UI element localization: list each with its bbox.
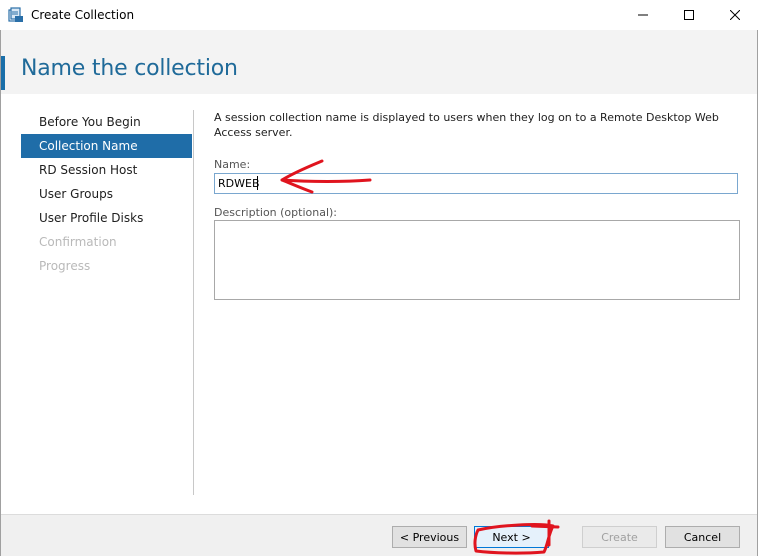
name-input[interactable] [214,173,738,194]
nav-item-collection-name[interactable]: Collection Name [21,134,192,158]
maximize-button[interactable] [666,0,712,30]
name-label: Name: [214,158,251,171]
minimize-button[interactable] [620,0,666,30]
next-button[interactable]: Next > [474,526,549,548]
intro-text: A session collection name is displayed t… [214,111,719,139]
nav-item-user-profile-disks[interactable]: User Profile Disks [21,206,192,230]
previous-button[interactable]: < Previous [392,526,467,548]
window-border-left [0,30,1,556]
wizard-nav: Before You Begin Collection Name RD Sess… [21,110,192,278]
maximize-icon [684,10,694,20]
cancel-button[interactable]: Cancel [665,526,740,548]
nav-item-rd-session-host[interactable]: RD Session Host [21,158,192,182]
close-button[interactable] [712,0,758,30]
header-accent-bar [1,56,5,90]
description-label: Description (optional): [214,206,338,219]
close-icon [730,10,740,20]
nav-item-user-groups[interactable]: User Groups [21,182,192,206]
nav-divider [193,110,194,495]
create-button: Create [582,526,657,548]
window-title: Create Collection [31,8,135,22]
nav-item-confirmation: Confirmation [39,235,117,249]
nav-item-progress: Progress [39,259,91,273]
nav-item-before-you-begin[interactable]: Before You Begin [21,110,192,134]
server-manager-icon [8,7,24,23]
minimize-icon [638,14,648,16]
text-caret [257,176,258,190]
description-input[interactable] [214,220,740,300]
title-bar: Create Collection [0,0,758,30]
page-title: Name the collection [21,56,238,81]
